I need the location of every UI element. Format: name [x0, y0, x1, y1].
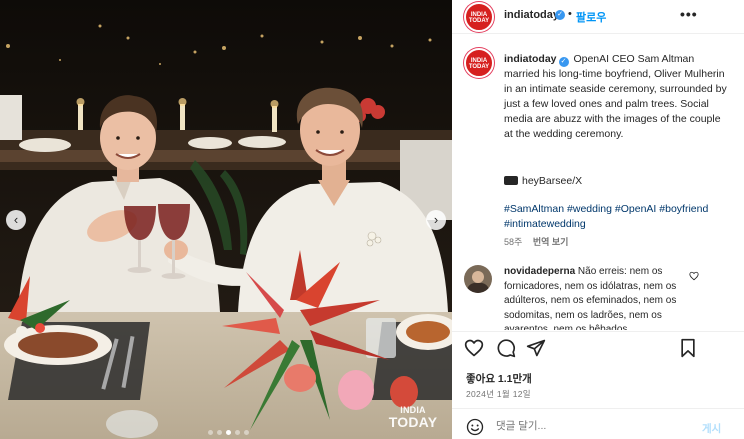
- comment-item: novidadeperna Não erreis: nem os fornica…: [504, 265, 694, 330]
- post-details-panel: INDIA TODAY indiatoday ✓ • 팔로우 ••• INDIA…: [452, 0, 744, 439]
- smiley-icon[interactable]: [466, 418, 484, 436]
- avatar-line2: TODAY: [468, 64, 490, 70]
- commenter-avatar[interactable]: [464, 265, 492, 293]
- carousel-dot: [208, 430, 213, 435]
- carousel-dot: [235, 430, 240, 435]
- caption-age: 58주: [504, 237, 523, 247]
- wedding-photo: [0, 0, 452, 439]
- add-comment-bar: 게시: [452, 409, 744, 439]
- see-translation-button[interactable]: 번역 보기: [533, 237, 569, 247]
- follow-button[interactable]: 팔로우: [576, 9, 606, 25]
- more-options-icon[interactable]: •••: [680, 6, 698, 22]
- bookmark-icon[interactable]: [678, 338, 698, 358]
- account-username[interactable]: indiatoday: [504, 9, 559, 21]
- comment-input[interactable]: [496, 415, 676, 437]
- heart-icon[interactable]: [464, 338, 484, 358]
- post-comment-button[interactable]: 게시: [702, 421, 721, 436]
- post-caption: indiatoday ✓ OpenAI CEO Sam Altman marrie…: [504, 52, 732, 142]
- previous-image-button[interactable]: ‹: [6, 210, 26, 230]
- commenter-username[interactable]: novidadeperna: [504, 266, 575, 277]
- carousel-dot: [244, 430, 249, 435]
- comments-section: INDIA TODAY indiatoday ✓ OpenAI CEO Sam A…: [452, 34, 744, 330]
- caption-meta: 58주 번역 보기: [504, 235, 568, 248]
- caption-username[interactable]: indiatoday: [504, 53, 557, 65]
- verified-badge-icon: ✓: [555, 10, 565, 20]
- avatar-line2: TODAY: [468, 18, 490, 24]
- post-header: INDIA TODAY indiatoday ✓ • 팔로우 •••: [452, 0, 744, 33]
- separator-dot: •: [568, 8, 572, 20]
- next-image-button[interactable]: ›: [426, 210, 446, 230]
- hashtags[interactable]: #SamAltman #wedding #OpenAI #boyfriend #…: [504, 202, 732, 232]
- like-count[interactable]: 좋아요 1.1만개: [466, 371, 532, 386]
- paper-plane-icon[interactable]: [526, 338, 546, 358]
- camera-icon: [504, 176, 518, 185]
- carousel-dot: [217, 430, 222, 435]
- photo-credit: heyBarsee/X: [504, 175, 582, 187]
- carousel-indicator: [208, 430, 249, 435]
- comment-heart-icon[interactable]: [689, 271, 699, 281]
- verified-badge-icon: ✓: [558, 57, 569, 67]
- comment-icon[interactable]: [496, 338, 516, 358]
- action-bar: [452, 333, 744, 363]
- credit-handle: heyBarsee/X: [522, 175, 583, 187]
- post-date: 2024년 1월 12일: [466, 389, 531, 399]
- watermark-line2: TODAY: [388, 414, 438, 430]
- india-today-watermark: INDIA TODAY: [388, 405, 438, 429]
- carousel-dot-active: [226, 430, 231, 435]
- caption-text: OpenAI CEO Sam Altman married his long-t…: [504, 53, 727, 140]
- post-image: ‹ › INDIA TODAY: [0, 0, 452, 439]
- account-avatar[interactable]: INDIA TODAY: [464, 2, 494, 32]
- actions-divider: [452, 331, 744, 332]
- caption-avatar[interactable]: INDIA TODAY: [464, 48, 494, 78]
